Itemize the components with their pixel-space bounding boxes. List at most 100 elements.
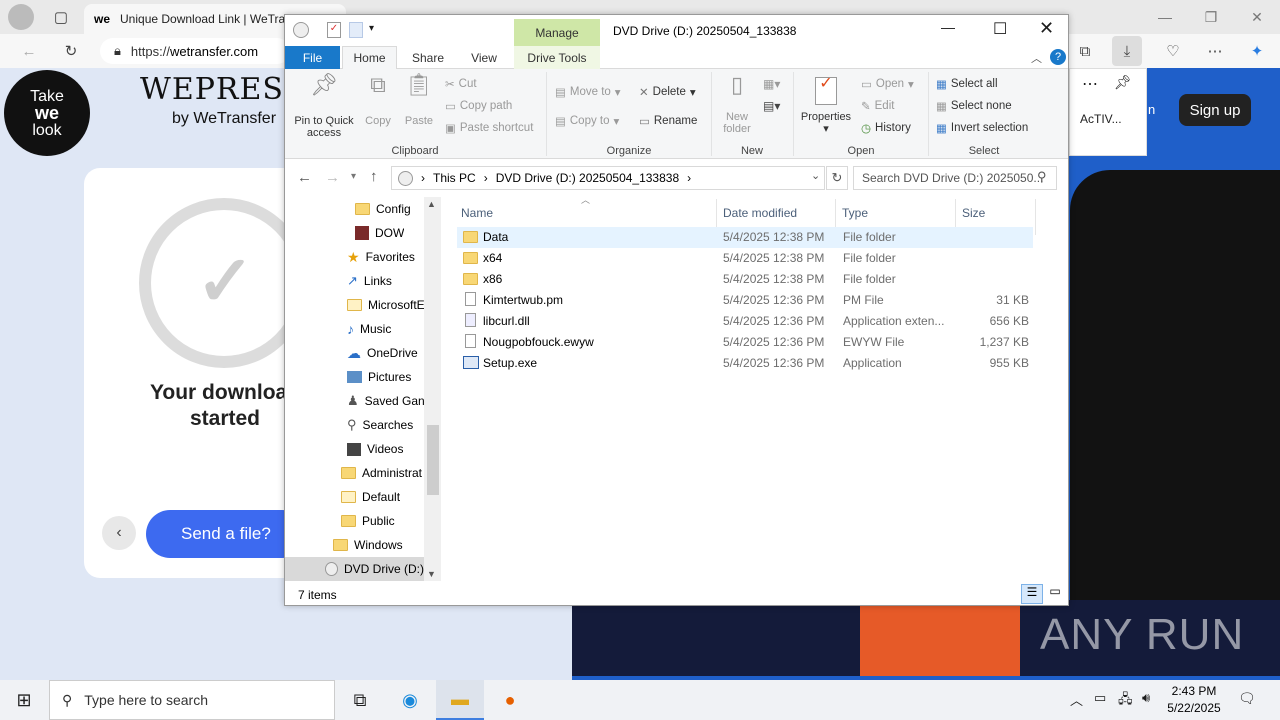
file-explorer-icon[interactable]: ▬ bbox=[436, 680, 484, 720]
nav-item-microsoft-edge[interactable]: MicrosoftE bbox=[347, 293, 425, 317]
nav-item-links[interactable]: ↗ Links bbox=[347, 269, 392, 293]
send-file-button[interactable]: Send a file? bbox=[146, 510, 306, 558]
nav-item-config[interactable]: Config bbox=[355, 197, 411, 221]
history-button[interactable]: ◷ History bbox=[861, 121, 911, 135]
activity-text[interactable]: AcTIV... bbox=[1080, 112, 1122, 126]
pin-quick-access-button[interactable]: 📌︎ Pin to Quick access bbox=[289, 74, 359, 140]
take-we-look-logo[interactable]: Take we look bbox=[4, 70, 90, 156]
downloads-icon[interactable]: ⤓ bbox=[1112, 36, 1142, 66]
nav-item-dow[interactable]: DOW bbox=[355, 221, 404, 245]
file-row[interactable]: x64 5/4/2025 12:38 PM File folder bbox=[457, 248, 1033, 269]
file-row[interactable]: Setup.exe 5/4/2025 12:36 PM Application … bbox=[457, 353, 1033, 374]
scroll-down-icon[interactable]: ▼ bbox=[427, 569, 436, 579]
tray-device-icon[interactable]: ▭ bbox=[1094, 690, 1106, 706]
search-icon[interactable]: ⚲ bbox=[1037, 169, 1047, 185]
firefox-icon[interactable]: ● bbox=[486, 680, 534, 720]
copy-to-button[interactable]: ▤ Copy to ▾ bbox=[555, 114, 619, 128]
tab-drive-tools[interactable]: Drive Tools bbox=[514, 46, 600, 69]
search-input[interactable]: Search DVD Drive (D:) 2025050... bbox=[853, 166, 1057, 190]
paste-shortcut-button[interactable]: ▣ Paste shortcut bbox=[445, 121, 533, 135]
tray-chevron-icon[interactable]: ︿ bbox=[1070, 690, 1083, 709]
nav-item-windows[interactable]: Windows bbox=[333, 533, 403, 557]
profile-avatar[interactable] bbox=[8, 4, 34, 30]
up-arrow-icon[interactable]: ↑ bbox=[370, 168, 378, 185]
nav-item-onedrive[interactable]: ☁ OneDrive bbox=[347, 341, 418, 365]
large-icons-view-icon[interactable]: ▭ bbox=[1045, 584, 1065, 604]
cut-button[interactable]: ✂ Cut bbox=[445, 77, 477, 91]
select-none-button[interactable]: ▦ Select none bbox=[936, 99, 1012, 113]
column-size[interactable]: Size bbox=[956, 201, 1034, 225]
column-date-modified[interactable]: Date modified bbox=[717, 201, 835, 225]
maximize-icon[interactable]: ☐ bbox=[993, 19, 1007, 39]
network-icon[interactable]: 🖧︎ bbox=[1118, 690, 1133, 712]
tab-view[interactable]: View bbox=[459, 46, 509, 69]
open-button[interactable]: ▭ Open ▾ bbox=[861, 77, 914, 91]
back-arrow-icon[interactable]: ← bbox=[297, 169, 312, 186]
edge-icon[interactable]: ◉ bbox=[386, 680, 434, 720]
delete-button[interactable]: ✕ Delete ▾ bbox=[639, 85, 696, 99]
browser-minimize-icon[interactable]: — bbox=[1142, 0, 1188, 34]
breadcrumb-this-pc[interactable]: This PC bbox=[433, 171, 476, 185]
nav-item-pictures[interactable]: Pictures bbox=[347, 365, 411, 389]
move-to-button[interactable]: ▤ Move to ▾ bbox=[555, 85, 621, 99]
column-name[interactable]: Name bbox=[455, 201, 717, 225]
properties-quick-icon[interactable]: ✓ bbox=[327, 22, 341, 38]
copy-button[interactable]: ⧉ Copy bbox=[361, 74, 395, 128]
address-box[interactable]: › This PC › DVD Drive (D:) 20250504_1338… bbox=[391, 166, 825, 190]
new-folder-quick-icon[interactable] bbox=[349, 22, 363, 38]
nav-item-dvd-drive[interactable]: DVD Drive (D:) bbox=[285, 557, 424, 581]
browser-essentials-icon[interactable]: ♡ bbox=[1158, 36, 1188, 66]
tab-file[interactable]: File bbox=[285, 46, 340, 69]
close-icon[interactable]: ✕ bbox=[1039, 18, 1054, 39]
nav-item-administrator[interactable]: Administrat bbox=[341, 461, 422, 485]
collections-icon[interactable]: ⧉ bbox=[1070, 36, 1100, 66]
task-view-icon[interactable]: ⧉ bbox=[336, 680, 384, 720]
copy-path-button[interactable]: ▭ Copy path bbox=[445, 99, 512, 113]
notifications-icon[interactable]: 🗨︎ bbox=[1238, 690, 1256, 707]
nav-item-searches[interactable]: ⚲ Searches bbox=[347, 413, 413, 437]
nav-item-saved-games[interactable]: ♟ Saved Gan bbox=[347, 389, 425, 413]
forward-arrow-icon[interactable]: → bbox=[325, 169, 340, 186]
nav-scrollbar[interactable] bbox=[424, 197, 441, 581]
more-options-icon[interactable]: ⋯ bbox=[1082, 74, 1098, 94]
refresh-icon[interactable]: ↻ bbox=[826, 166, 848, 190]
tab-home[interactable]: Home bbox=[342, 46, 397, 69]
browser-restore-icon[interactable]: ❐ bbox=[1188, 0, 1234, 34]
refresh-icon[interactable]: ↻ bbox=[56, 36, 86, 66]
properties-button[interactable]: ✓ Properties ▾ bbox=[799, 76, 853, 136]
address-dropdown-icon[interactable]: ⌄ bbox=[811, 169, 820, 182]
pin-icon[interactable]: 📌︎ bbox=[1114, 74, 1132, 91]
address-bar[interactable]: 🔒︎ https://wetransfer.com bbox=[100, 38, 290, 64]
file-row[interactable]: Data 5/4/2025 12:38 PM File folder bbox=[457, 227, 1033, 248]
back-chevron-icon[interactable]: ‹ bbox=[102, 516, 136, 550]
nav-scrollbar-thumb[interactable] bbox=[427, 425, 439, 495]
copilot-icon[interactable]: ✦ bbox=[1242, 36, 1272, 66]
file-row[interactable]: libcurl.dll 5/4/2025 12:36 PM Applicatio… bbox=[457, 311, 1033, 332]
file-row[interactable]: Kimtertwub.pm 5/4/2025 12:36 PM PM File … bbox=[457, 290, 1033, 311]
taskbar-search-input[interactable]: ⚲ Type here to search bbox=[49, 680, 335, 720]
recent-locations-icon[interactable]: ▾ bbox=[351, 171, 356, 182]
start-windows-icon[interactable]: ⊞ bbox=[0, 680, 48, 720]
new-folder-button[interactable]: ▯ New folder bbox=[715, 74, 759, 136]
tab-share[interactable]: Share bbox=[403, 46, 453, 69]
invert-selection-button[interactable]: ▦ Invert selection bbox=[936, 121, 1028, 135]
easy-access-icon[interactable]: ▤▾ bbox=[763, 99, 780, 113]
quick-access-dropdown-icon[interactable]: ▾ bbox=[369, 23, 374, 34]
edit-button[interactable]: ✎ Edit bbox=[861, 99, 894, 113]
back-arrow-icon[interactable]: ← bbox=[14, 36, 44, 66]
scroll-up-icon[interactable]: ▲ bbox=[427, 199, 436, 209]
more-menu-icon[interactable]: ⋯ bbox=[1200, 36, 1230, 66]
file-row[interactable]: x86 5/4/2025 12:38 PM File folder bbox=[457, 269, 1033, 290]
nav-item-music[interactable]: ♪ Music bbox=[347, 317, 391, 341]
nav-item-default[interactable]: Default bbox=[341, 485, 400, 509]
new-item-icon[interactable]: ▦▾ bbox=[763, 77, 780, 91]
file-row[interactable]: Nougpobfouck.ewyw 5/4/2025 12:36 PM EWYW… bbox=[457, 332, 1033, 353]
signup-button[interactable]: Sign up bbox=[1179, 94, 1251, 126]
nav-item-favorites[interactable]: ★ Favorites bbox=[347, 245, 415, 269]
column-type[interactable]: Type bbox=[836, 201, 954, 225]
select-all-button[interactable]: ▦ Select all bbox=[936, 77, 998, 91]
rename-button[interactable]: ▭ Rename bbox=[639, 114, 697, 128]
details-view-icon[interactable]: ☰ bbox=[1021, 584, 1043, 604]
nav-item-videos[interactable]: Videos bbox=[347, 437, 403, 461]
paste-button[interactable]: 📋︎ Paste bbox=[401, 74, 437, 128]
